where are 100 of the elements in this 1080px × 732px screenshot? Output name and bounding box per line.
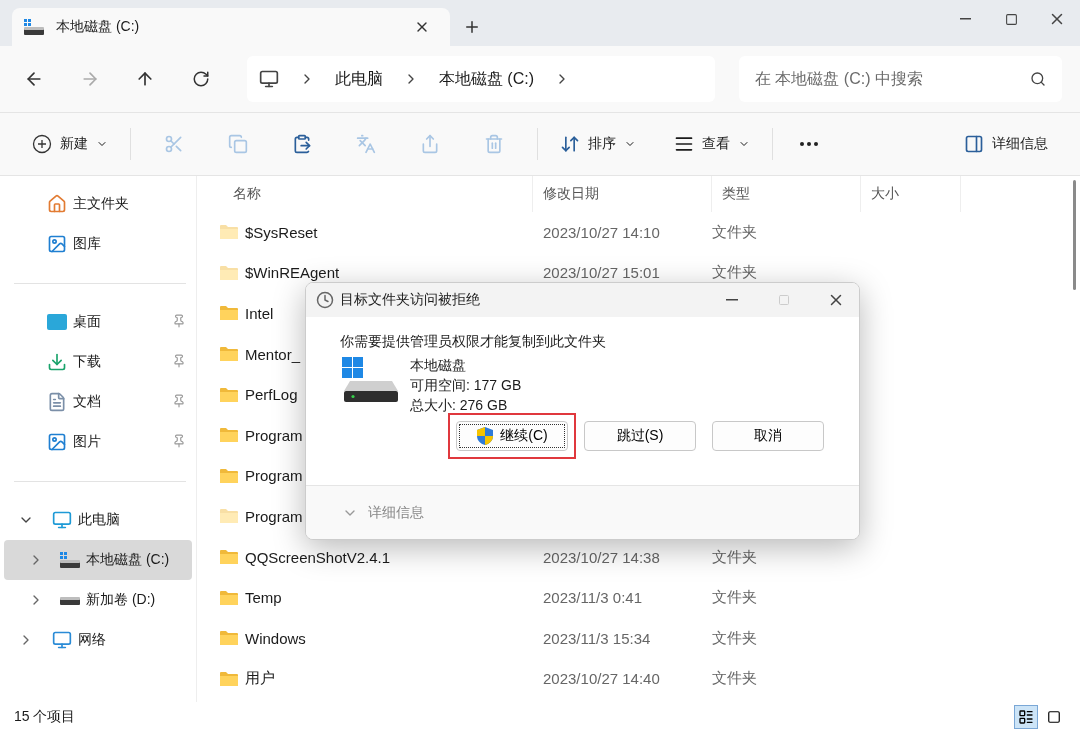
minimize-icon — [726, 299, 738, 301]
sort-button[interactable]: 排序 — [552, 127, 644, 161]
modified-date: 2023/10/27 15:01 — [542, 264, 661, 282]
tab-title: 本地磁盘 (C:) — [56, 18, 141, 36]
file-name[interactable]: Program — [245, 426, 303, 444]
search-field[interactable]: 在 本地磁盘 (C:) 中搜索 — [738, 56, 1062, 102]
pin-icon[interactable] — [172, 434, 186, 448]
drive-icon — [60, 596, 80, 605]
sidebar-label: 网络 — [78, 631, 106, 649]
picture-icon — [47, 432, 67, 452]
file-type: 文件夹 — [712, 588, 757, 608]
clock-icon — [316, 291, 334, 309]
dialog-button[interactable]: 取消 — [712, 421, 824, 451]
dialog-button[interactable]: 跳过(S) — [584, 421, 696, 451]
sidebar-item[interactable]: 此电脑 — [4, 500, 192, 540]
minimize-icon — [959, 18, 971, 20]
sidebar-item[interactable]: 文档 — [4, 382, 192, 422]
file-type: 文件夹 — [712, 669, 757, 689]
folder-icon — [219, 346, 239, 363]
plus-circle-icon — [32, 134, 52, 154]
file-name[interactable]: Program — [245, 507, 303, 525]
new-button[interactable]: 新建 — [24, 127, 116, 161]
sidebar-item[interactable]: 桌面 — [4, 302, 192, 342]
folder-icon — [219, 264, 239, 281]
home-icon — [47, 194, 67, 214]
sidebar-label: 下载 — [73, 353, 101, 371]
dialog-button[interactable]: 继续(C) — [456, 421, 568, 451]
sidebar-label: 图库 — [73, 235, 101, 253]
file-name[interactable]: Windows — [245, 629, 306, 647]
free-space: 可用空间: 177 GB — [410, 377, 522, 395]
details-view-button[interactable] — [1014, 705, 1038, 729]
network-icon — [52, 630, 72, 650]
sidebar-item[interactable]: 图库 — [4, 224, 192, 264]
file-name[interactable]: $SysReset — [245, 223, 318, 241]
lines-icon — [674, 134, 694, 154]
folder-icon — [219, 224, 239, 241]
breadcrumb[interactable]: 本地磁盘 (C:) — [438, 68, 534, 90]
modified-date: 2023/10/27 14:38 — [542, 548, 661, 566]
folder-icon — [219, 467, 239, 484]
pin-icon[interactable] — [172, 314, 186, 328]
window-tab[interactable]: 本地磁盘 (C:) — [12, 8, 450, 46]
view-button[interactable]: 查看 — [666, 127, 758, 161]
computer-icon — [258, 69, 279, 89]
drive-name: 本地磁盘 — [410, 357, 467, 375]
sidebar-label: 主文件夹 — [73, 195, 129, 213]
sidebar-item[interactable]: 主文件夹 — [4, 184, 192, 224]
sidebar-label: 新加卷 (D:) — [86, 591, 156, 609]
sidebar-item[interactable]: 下载 — [4, 342, 192, 382]
desktop-icon — [47, 314, 67, 330]
file-type: 文件夹 — [712, 263, 757, 283]
file-name[interactable]: QQScreenShotV2.4.1 — [245, 548, 391, 566]
address-bar[interactable]: 此电脑 本地磁盘 (C:) — [246, 56, 715, 102]
file-name[interactable]: 用户 — [245, 669, 275, 689]
sidebar-item[interactable]: 图片 — [4, 422, 192, 462]
column-header[interactable]: 修改日期 — [543, 185, 599, 203]
sidebar-label: 本地磁盘 (C:) — [86, 551, 170, 569]
file-name[interactable]: $WinREAgent — [245, 264, 340, 282]
modified-date: 2023/11/3 0:41 — [542, 589, 643, 607]
refresh-icon — [192, 70, 210, 88]
file-name[interactable]: Intel — [245, 305, 274, 322]
file-type: 文件夹 — [712, 628, 757, 648]
folder-icon — [219, 508, 239, 525]
sidebar-label: 此电脑 — [78, 511, 120, 529]
pin-icon[interactable] — [172, 394, 186, 408]
drive-icon — [24, 19, 44, 35]
total-size: 总大小: 276 GB — [410, 397, 509, 415]
sidebar-item[interactable]: 网络 — [4, 620, 192, 660]
scrollbar-thumb[interactable] — [1073, 180, 1076, 290]
file-name[interactable]: Program — [245, 467, 303, 485]
modified-date: 2023/10/27 14:10 — [542, 223, 661, 241]
file-type: 文件夹 — [712, 222, 757, 242]
column-header[interactable]: 大小 — [871, 185, 899, 203]
column-header[interactable]: 类型 — [722, 185, 750, 203]
sidebar-item[interactable]: 本地磁盘 (C:) — [4, 540, 192, 580]
file-name[interactable]: Mentor_ — [245, 345, 301, 363]
paste-icon[interactable] — [292, 134, 312, 154]
more-icon — [800, 142, 818, 146]
file-type: 文件夹 — [712, 547, 757, 567]
item-count: 15 个项目 — [14, 708, 76, 726]
dialog-message: 你需要提供管理员权限才能复制到此文件夹 — [340, 333, 607, 351]
folder-icon — [219, 427, 239, 444]
breadcrumb[interactable]: 此电脑 — [334, 68, 383, 90]
pin-icon[interactable] — [172, 354, 186, 368]
tiles-icon — [1047, 710, 1061, 724]
details-toggle[interactable]: 详细信息 — [342, 503, 424, 522]
folder-icon — [219, 549, 239, 566]
file-name[interactable]: Temp — [245, 589, 282, 607]
modified-date: 2023/11/3 15:34 — [542, 629, 652, 647]
folder-icon — [219, 670, 239, 687]
sidebar-item[interactable]: 新加卷 (D:) — [4, 580, 192, 620]
search-icon — [1030, 71, 1046, 87]
column-header[interactable]: 名称 — [233, 185, 261, 203]
drive-icon — [342, 357, 398, 403]
folder-icon — [219, 305, 239, 322]
dialog-title: 目标文件夹访问被拒绝 — [340, 291, 481, 309]
file-name[interactable]: PerfLog — [245, 386, 298, 404]
sidebar-label: 桌面 — [73, 313, 101, 331]
details-button[interactable]: 详细信息 — [956, 127, 1056, 161]
list-icon — [1018, 709, 1034, 725]
gallery-icon — [47, 234, 67, 254]
